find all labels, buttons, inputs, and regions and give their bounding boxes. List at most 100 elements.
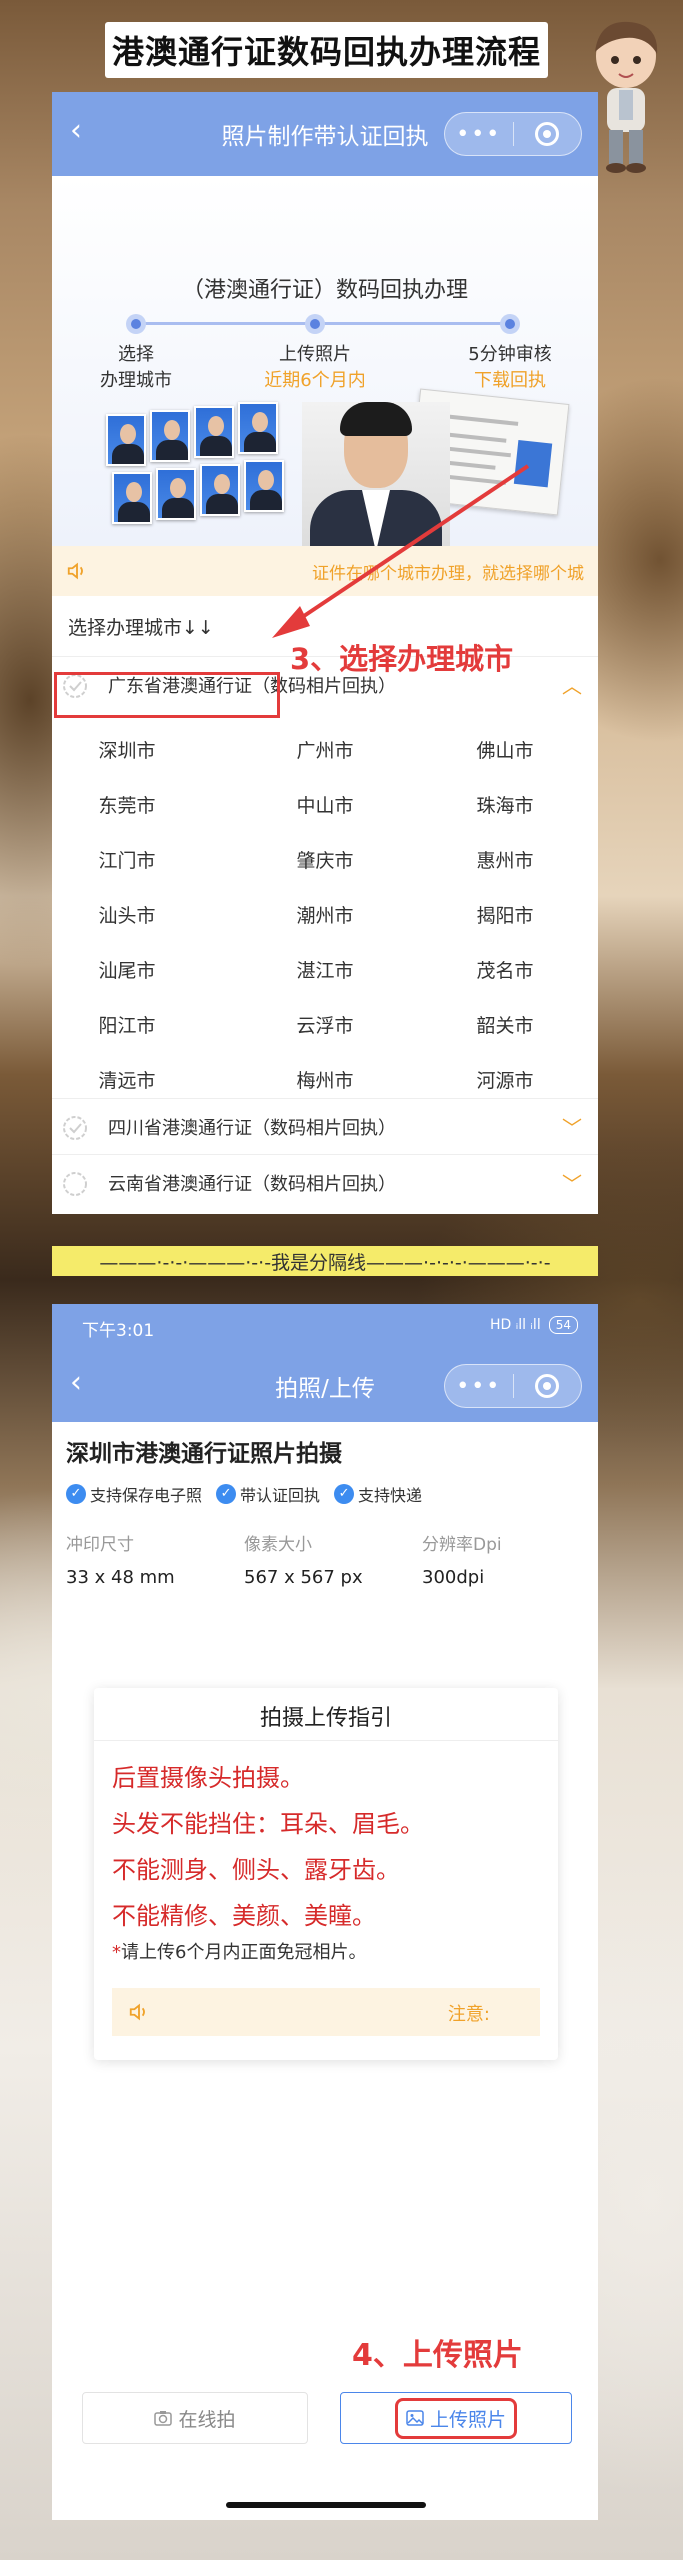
shoot-online-label: 在线拍 xyxy=(178,2408,236,2431)
highlight-box-province xyxy=(54,672,280,718)
feature-item: ✓ 带认证回执 xyxy=(216,1482,320,1506)
step-dot-2 xyxy=(305,314,325,334)
checkbox-icon[interactable] xyxy=(62,1171,88,1197)
city-option[interactable]: 广州市 xyxy=(250,736,400,763)
sample-photos-illustration xyxy=(106,388,570,552)
city-option[interactable]: 清远市 xyxy=(52,1066,202,1093)
step3-annotation: 3、选择办理城市 xyxy=(290,642,514,676)
close-miniapp-icon[interactable] xyxy=(514,1374,582,1398)
city-option[interactable]: 江门市 xyxy=(52,846,202,873)
step-3-sub: 下载回执 xyxy=(474,370,546,391)
status-bar: 下午3:01 HD ᵢll ᵢll 54 xyxy=(52,1304,598,1350)
sample-photo xyxy=(238,402,278,454)
city-option[interactable]: 汕尾市 xyxy=(52,956,202,983)
nav-bar: ‹ 拍照/上传 ••• xyxy=(52,1350,598,1422)
page-title-banner: 港澳通行证数码回执办理流程 xyxy=(105,22,548,78)
step-1-sub: 办理城市 xyxy=(100,370,172,391)
city-option[interactable]: 惠州市 xyxy=(430,846,580,873)
photo-upload-screen: 下午3:01 HD ᵢll ᵢll 54 ‹ 拍照/上传 ••• 深圳市港澳通行… xyxy=(52,1304,598,2520)
city-option[interactable]: 云浮市 xyxy=(250,1011,400,1038)
spec-value: 567 x 567 px xyxy=(244,1567,363,1588)
chevron-down-icon[interactable]: ﹀ xyxy=(562,1168,582,1197)
city-option[interactable]: 梅州市 xyxy=(250,1066,400,1093)
chevron-up-icon[interactable]: ︿ xyxy=(562,670,582,699)
back-icon[interactable]: ‹ xyxy=(70,116,82,146)
city-option[interactable]: 东莞市 xyxy=(52,791,202,818)
check-icon: ✓ xyxy=(216,1484,237,1504)
guide-rule: 不能测身、侧头、露牙齿。 xyxy=(112,1856,400,1884)
step-1-label: 选择 xyxy=(118,344,154,365)
step-dot-3 xyxy=(500,314,520,334)
step-3-label: 5分钟审核 xyxy=(468,344,552,365)
city-option[interactable]: 韶关市 xyxy=(430,1011,580,1038)
province-name: 云南省港澳通行证（数码相片回执） xyxy=(108,1173,396,1195)
sample-photo xyxy=(194,406,234,458)
city-option[interactable]: 珠海市 xyxy=(430,791,580,818)
miniapp-capsule: ••• xyxy=(444,1364,582,1408)
spec-value: 300dpi xyxy=(422,1567,485,1588)
step4-annotation: 4、上传照片 xyxy=(352,2338,523,2373)
step-dot-1 xyxy=(126,314,146,334)
portrait-photo xyxy=(302,402,450,552)
province-row-sichuan[interactable]: 四川省港澳通行证（数码相片回执） ﹀ xyxy=(52,1098,598,1154)
check-icon: ✓ xyxy=(66,1484,86,1504)
city-option[interactable]: 肇庆市 xyxy=(250,846,400,873)
nav-bar: ‹ 照片制作带认证回执 ••• xyxy=(52,92,598,176)
status-indicators: HD ᵢll ᵢll 54 xyxy=(490,1316,578,1334)
city-option[interactable]: 阳江市 xyxy=(52,1011,202,1038)
guide-rule: 不能精修、美颜、美瞳。 xyxy=(112,1902,376,1930)
required-star: * xyxy=(112,1942,121,1963)
back-icon[interactable]: ‹ xyxy=(70,1368,82,1398)
more-icon[interactable]: ••• xyxy=(445,1374,513,1399)
spec-key: 分辨率Dpi xyxy=(422,1535,502,1555)
notice-bar: 证件在哪个城市办理，就选择哪个城 xyxy=(52,546,598,596)
guide-notice-bar: 注意: xyxy=(112,1988,540,2036)
image-icon xyxy=(406,2410,424,2426)
signal-icon: HD ᵢll ᵢll xyxy=(489,1317,541,1333)
city-option[interactable]: 中山市 xyxy=(250,791,400,818)
shoot-online-button[interactable]: 在线拍 xyxy=(82,2392,308,2444)
guide-rule: 后置摄像头拍摄。 xyxy=(112,1764,304,1792)
spec-key: 冲印尺寸 xyxy=(66,1535,134,1555)
sample-photo xyxy=(106,414,146,466)
city-option[interactable]: 佛山市 xyxy=(430,736,580,763)
city-option[interactable]: 汕头市 xyxy=(52,901,202,928)
chevron-down-icon[interactable]: ﹀ xyxy=(562,1112,582,1141)
step-2-label: 上传照片 xyxy=(279,344,351,365)
guide-rule: 头发不能挡住：耳朵、眉毛。 xyxy=(112,1810,424,1838)
sample-photo xyxy=(150,410,190,462)
city-option[interactable]: 深圳市 xyxy=(52,736,202,763)
speaker-icon xyxy=(129,2003,145,2021)
page-title: 港澳通行证数码回执办理流程 xyxy=(111,33,541,71)
miniapp-capsule: ••• xyxy=(444,112,582,156)
home-indicator xyxy=(226,2502,426,2508)
section-title: 深圳市港澳通行证照片拍摄 xyxy=(66,1441,342,1467)
step-1: 选择 办理城市 xyxy=(61,342,211,394)
city-option[interactable]: 河源市 xyxy=(430,1066,580,1093)
spec-item: 分辨率Dpi 300dpi xyxy=(422,1530,592,1588)
notice-label: 注意: xyxy=(447,2004,490,2025)
feature-item: ✓ 支持快递 xyxy=(334,1482,422,1506)
checkbox-icon[interactable] xyxy=(62,1115,88,1141)
sample-photo xyxy=(112,472,152,524)
upload-photo-button[interactable]: 上传照片 xyxy=(340,2392,572,2444)
step-3: 5分钟审核 下载回执 xyxy=(435,342,585,394)
guide-note-text: 请上传6个月内正面免冠相片。 xyxy=(121,1942,367,1963)
sample-photo xyxy=(156,468,196,520)
city-option[interactable]: 潮州市 xyxy=(250,901,400,928)
hero-title: （港澳通行证）数码回执办理 xyxy=(181,278,468,303)
spec-item: 像素大小 567 x 567 px xyxy=(244,1530,414,1588)
guide-title: 拍摄上传指引 xyxy=(259,1706,392,1731)
more-icon[interactable]: ••• xyxy=(445,122,513,147)
close-miniapp-icon[interactable] xyxy=(514,122,582,146)
guide-card: 拍摄上传指引 后置摄像头拍摄。 头发不能挡住：耳朵、眉毛。 不能测身、侧头、露牙… xyxy=(94,1688,558,2060)
city-option[interactable]: 茂名市 xyxy=(430,956,580,983)
spec-item: 冲印尺寸 33 x 48 mm xyxy=(66,1530,236,1588)
city-option[interactable]: 揭阳市 xyxy=(430,901,580,928)
city-option[interactable]: 湛江市 xyxy=(250,956,400,983)
camera-icon xyxy=(154,2411,173,2426)
step-2-sub: 近期6个月内 xyxy=(264,370,366,391)
upload-photo-label: 上传照片 xyxy=(429,2408,506,2431)
notice-text: 证件在哪个城市办理，就选择哪个城 xyxy=(312,563,584,584)
province-row-yunnan[interactable]: 云南省港澳通行证（数码相片回执） ﹀ xyxy=(52,1154,598,1210)
